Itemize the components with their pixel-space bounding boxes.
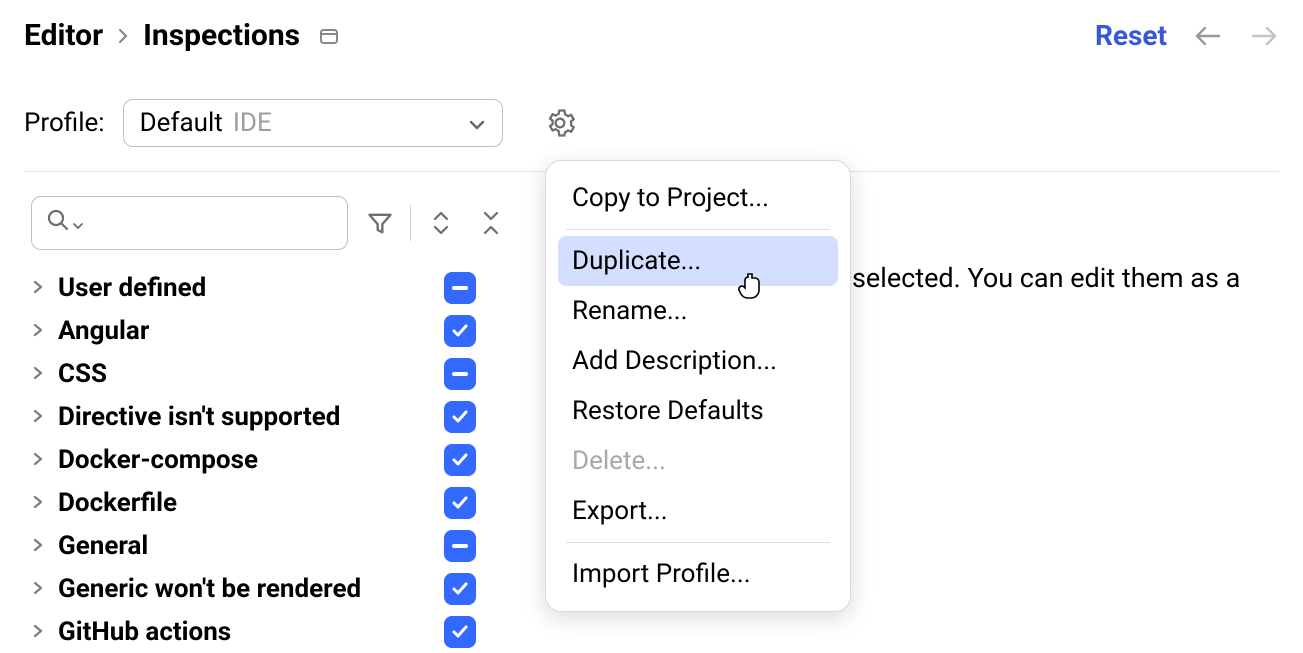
tree-item-left: GitHub actions: [32, 617, 231, 647]
chevron-right-icon[interactable]: [32, 574, 44, 603]
profile-row: Profile: Default IDE: [0, 53, 1303, 147]
profile-name: Default: [140, 108, 223, 138]
checkbox-checked[interactable]: [444, 401, 476, 433]
tree-item-label: Directive isn't supported: [58, 402, 340, 432]
menu-item[interactable]: Duplicate...: [558, 236, 838, 286]
tree-item[interactable]: CSS: [32, 352, 476, 395]
chevron-down-icon: [72, 209, 84, 238]
tree-item-label: GitHub actions: [58, 617, 231, 647]
separator: [410, 205, 411, 241]
chevron-right-icon[interactable]: [32, 359, 44, 388]
menu-item[interactable]: Copy to Project...: [558, 173, 838, 223]
breadcrumb-left: Editor Inspections: [24, 18, 340, 53]
tree-item-left: CSS: [32, 359, 107, 389]
checkbox-checked[interactable]: [444, 487, 476, 519]
menu-separator: [566, 542, 830, 543]
menu-item: Delete...: [558, 436, 838, 486]
detail-text: selected. You can edit them as a: [852, 262, 1240, 294]
search-icon: [46, 208, 70, 239]
inspection-tree: User defined Angular CSS Directive isn't su…: [0, 250, 500, 653]
checkbox-checked[interactable]: [444, 315, 476, 347]
tree-item-label: Dockerfile: [58, 488, 177, 518]
breadcrumb: Editor Inspections Reset: [0, 0, 1303, 53]
window-icon[interactable]: [318, 25, 340, 47]
chevron-right-icon[interactable]: [32, 273, 44, 302]
tree-item-label: Generic won't be rendered: [58, 574, 361, 604]
profile-selector[interactable]: Default IDE: [123, 99, 503, 147]
checkbox-partial[interactable]: [444, 358, 476, 390]
tree-item[interactable]: General: [32, 524, 476, 567]
checkbox-partial[interactable]: [444, 272, 476, 304]
profile-settings-menu: Copy to Project... Duplicate...Rename...A…: [545, 160, 851, 612]
toolbar-icons: [366, 205, 505, 241]
breadcrumb-right: Reset: [1095, 19, 1279, 52]
menu-item[interactable]: Rename...: [558, 286, 838, 336]
checkbox-checked[interactable]: [444, 616, 476, 648]
tree-item[interactable]: Generic won't be rendered: [32, 567, 476, 610]
menu-item[interactable]: Import Profile...: [558, 549, 838, 599]
tree-item[interactable]: Docker-compose: [32, 438, 476, 481]
tree-item-left: Dockerfile: [32, 488, 177, 518]
filter-icon[interactable]: [366, 209, 394, 237]
tree-item-label: Angular: [58, 316, 149, 346]
menu-item[interactable]: Restore Defaults: [558, 386, 838, 436]
collapse-icon[interactable]: [477, 209, 505, 237]
expand-icon[interactable]: [427, 209, 455, 237]
tree-item[interactable]: GitHub actions: [32, 610, 476, 653]
profile-selector-text: Default IDE: [140, 108, 272, 138]
tree-item[interactable]: Angular: [32, 309, 476, 352]
reset-link[interactable]: Reset: [1095, 19, 1167, 52]
chevron-right-icon[interactable]: [32, 617, 44, 646]
checkbox-partial[interactable]: [444, 530, 476, 562]
tree-item[interactable]: Directive isn't supported: [32, 395, 476, 438]
tree-item-label: Docker-compose: [58, 445, 258, 475]
tree-item-label: CSS: [58, 359, 107, 389]
tree-item-left: User defined: [32, 273, 206, 303]
tree-item-left: General: [32, 531, 148, 561]
gear-icon[interactable]: [545, 108, 575, 138]
tree-item-label: User defined: [58, 273, 206, 303]
chevron-right-icon[interactable]: [32, 488, 44, 517]
breadcrumb-parent[interactable]: Editor: [24, 18, 103, 53]
breadcrumb-current: Inspections: [143, 18, 300, 53]
tree-item-left: Generic won't be rendered: [32, 574, 361, 604]
chevron-down-icon: [468, 109, 486, 138]
tree-item-left: Docker-compose: [32, 445, 258, 475]
checkbox-checked[interactable]: [444, 444, 476, 476]
tree-item-label: General: [58, 531, 148, 561]
profile-label: Profile:: [24, 108, 105, 138]
search-input[interactable]: [31, 196, 348, 250]
chevron-right-icon[interactable]: [32, 402, 44, 431]
tree-item-left: Angular: [32, 316, 149, 346]
chevron-right-icon[interactable]: [32, 445, 44, 474]
menu-item[interactable]: Add Description...: [558, 336, 838, 386]
profile-scope: IDE: [233, 108, 272, 138]
checkbox-checked[interactable]: [444, 573, 476, 605]
search-field[interactable]: [92, 210, 380, 236]
menu-separator: [566, 229, 830, 230]
tree-item[interactable]: Dockerfile: [32, 481, 476, 524]
chevron-right-icon[interactable]: [32, 531, 44, 560]
forward-arrow-icon[interactable]: [1249, 25, 1279, 47]
back-arrow-icon[interactable]: [1193, 25, 1223, 47]
tree-item-left: Directive isn't supported: [32, 402, 340, 432]
chevron-right-icon[interactable]: [32, 316, 44, 345]
menu-item[interactable]: Export...: [558, 486, 838, 536]
tree-item[interactable]: User defined: [32, 266, 476, 309]
chevron-right-icon: [117, 22, 129, 50]
